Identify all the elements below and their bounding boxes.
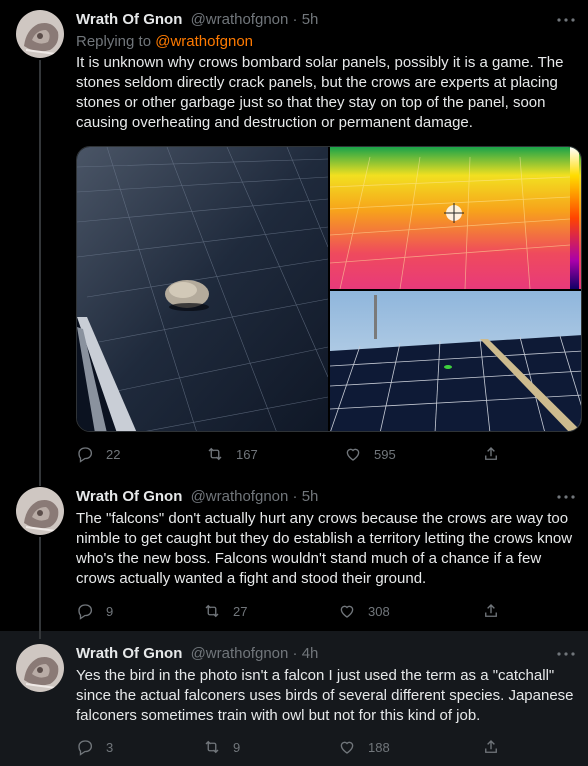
- reply-count: 22: [106, 446, 121, 462]
- photo-solar-panel-stone[interactable]: [77, 147, 328, 431]
- like-button[interactable]: 308: [338, 601, 390, 621]
- share-upload-icon: [485, 447, 497, 460]
- tweet-1[interactable]: Wrath Of Gnon @wrathofgnon · 5h Replying…: [0, 0, 588, 478]
- thread-connector: [39, 478, 41, 486]
- share-button[interactable]: [482, 601, 500, 621]
- tweet-2[interactable]: Wrath Of Gnon @wrathofgnon · 5h The "fal…: [0, 478, 588, 631]
- thread-connector: [39, 537, 41, 631]
- reply-bubble-icon: [78, 740, 93, 756]
- like-button[interactable]: 188: [338, 737, 390, 757]
- retweet-count: 27: [233, 603, 248, 619]
- timestamp[interactable]: 5h: [302, 488, 319, 505]
- heart-icon: [340, 741, 354, 754]
- tweet-header: Wrath Of Gnon @wrathofgnon · 4h: [76, 644, 572, 664]
- replying-mention[interactable]: @wrathofgnon: [155, 33, 253, 50]
- reply-button[interactable]: 9: [76, 601, 113, 621]
- more-dots-icon[interactable]: [554, 10, 578, 30]
- heart-icon: [340, 605, 354, 618]
- more-dots-icon[interactable]: [554, 487, 578, 507]
- retweet-count: 9: [233, 739, 241, 755]
- replying-label: Replying to: [76, 33, 152, 50]
- like-button[interactable]: 595: [344, 444, 396, 464]
- separator-dot: ·: [292, 488, 298, 505]
- tweet-text: Yes the bird in the photo isn't a falcon…: [76, 667, 574, 724]
- more-dots-icon[interactable]: [554, 644, 578, 664]
- share-upload-icon: [485, 604, 497, 617]
- thread-connector: [39, 60, 41, 478]
- retweet-button[interactable]: 167: [206, 444, 258, 464]
- avatar[interactable]: [16, 487, 64, 535]
- avatar[interactable]: [16, 644, 64, 692]
- author-handle[interactable]: @wrathofgnon: [191, 645, 289, 662]
- like-count: 188: [368, 739, 390, 755]
- retweet-arrows-icon: [205, 604, 219, 618]
- heart-icon: [346, 448, 360, 461]
- separator-dot: ·: [292, 11, 298, 28]
- retweet-button[interactable]: 9: [203, 737, 240, 757]
- like-count: 308: [368, 603, 390, 619]
- reply-bubble-icon: [78, 447, 93, 463]
- thread-connector: [39, 631, 41, 639]
- author-name[interactable]: Wrath Of Gnon: [76, 488, 182, 505]
- like-count: 595: [374, 446, 396, 462]
- share-button[interactable]: [482, 737, 500, 757]
- author-handle[interactable]: @wrathofgnon: [191, 488, 289, 505]
- reply-bubble-icon: [78, 604, 93, 620]
- reply-count: 9: [106, 603, 114, 619]
- share-button[interactable]: [482, 444, 500, 464]
- author-handle[interactable]: @wrathofgnon: [191, 11, 289, 28]
- retweet-button[interactable]: 27: [203, 601, 247, 621]
- timestamp[interactable]: 5h: [302, 11, 319, 28]
- author-name[interactable]: Wrath Of Gnon: [76, 645, 182, 662]
- photo-thermal-panel[interactable]: [330, 147, 581, 289]
- tweet-text: The "falcons" don't actually hurt any cr…: [76, 510, 573, 587]
- reply-button[interactable]: 3: [76, 737, 113, 757]
- action-bar: 9 27 308: [76, 601, 516, 621]
- tweet-header: Wrath Of Gnon @wrathofgnon · 5h: [76, 10, 572, 30]
- reply-count: 3: [106, 739, 114, 755]
- avatar[interactable]: [16, 10, 64, 58]
- retweet-arrows-icon: [208, 447, 222, 461]
- reply-button[interactable]: 22: [76, 444, 120, 464]
- timestamp[interactable]: 4h: [302, 645, 319, 662]
- photo-solar-field[interactable]: [330, 291, 581, 431]
- tweet-text: It is unknown why crows bombard solar pa…: [76, 54, 564, 131]
- retweet-count: 167: [236, 446, 258, 462]
- tweet-header: Wrath Of Gnon @wrathofgnon · 5h: [76, 487, 572, 507]
- media-grid: [76, 146, 582, 432]
- separator-dot: ·: [292, 645, 298, 662]
- action-bar: 22 167 595: [76, 444, 516, 464]
- tweet-3[interactable]: Wrath Of Gnon @wrathofgnon · 4h Yes the …: [0, 631, 588, 766]
- retweet-arrows-icon: [205, 740, 219, 754]
- author-name[interactable]: Wrath Of Gnon: [76, 11, 182, 28]
- replying-to: Replying to @wrathofgnon: [76, 32, 253, 52]
- share-upload-icon: [485, 740, 497, 753]
- action-bar: 3 9 188: [76, 737, 516, 757]
